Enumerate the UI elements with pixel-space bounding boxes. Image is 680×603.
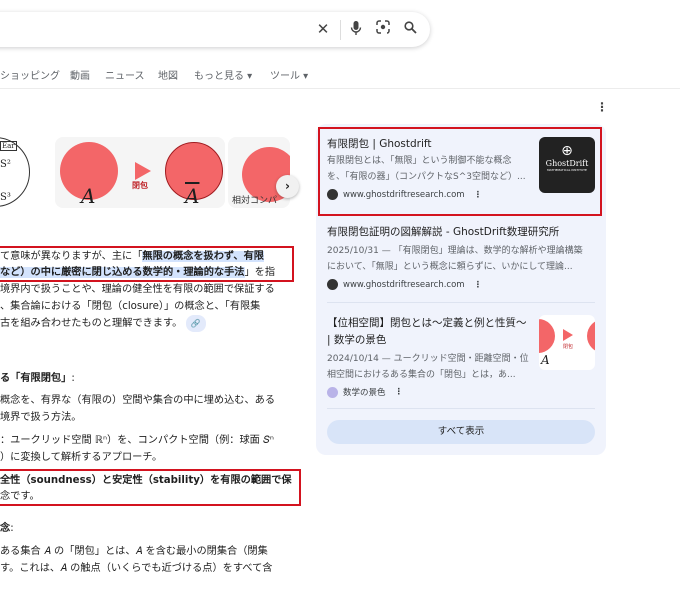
text: て意味が異なりますが、主に「	[0, 251, 143, 262]
show-all-button[interactable]: すべて表示	[327, 420, 595, 444]
image-result-2[interactable]: 閉包 A A	[55, 137, 225, 208]
text: 、集合論における「閉包（closure）」の概念と、「有限集	[0, 301, 261, 312]
tab-shopping[interactable]: ショッピング	[0, 67, 60, 82]
tab-news[interactable]: ニュース	[105, 67, 145, 82]
divider	[340, 20, 341, 40]
text: ：ユークリッド空間 ℝⁿ）を、コンパクト空間（例：球面 𝑆ⁿ	[0, 435, 274, 446]
source-title[interactable]: 有限閉包 | Ghostdrift	[327, 136, 527, 153]
image-result-3[interactable]: 相対コンパ	[228, 137, 290, 208]
text: ある集合 𝐴 の「閉包」とは、𝐴 を含む最小の閉集合（閉集	[0, 546, 268, 557]
highlighted-text: など）の中に厳密に閉じ込める数学的・理論的な手法	[0, 267, 245, 278]
colon: :	[10, 523, 14, 534]
more-options-icon[interactable]: ⋮	[395, 387, 404, 397]
source-title[interactable]: | 数学の景色	[327, 332, 537, 349]
thumb-label: 閉包	[563, 344, 574, 350]
logo-subtitle: MATHEMATICAL INSTITUTE	[547, 168, 587, 172]
source-snippet: において、「無限」という概念に頼らずに、いかにして理論...	[327, 262, 573, 272]
text: 境界で扱う方法。	[0, 412, 82, 423]
tab-maps[interactable]: 地図	[158, 67, 178, 82]
text: 古を組み合わせたものと理解できます。	[0, 318, 183, 329]
text: 」を指	[244, 267, 276, 278]
ghostdrift-logo: ⊕ GhostDrift MATHEMATICAL INSTITUTE	[539, 137, 595, 193]
close-icon[interactable]: ✕	[313, 20, 333, 38]
source-snippet: 2025/10/31 — 「有限閉包」理論は、数学的な解析や理論構築	[327, 246, 583, 256]
source-thumbnail: 閉包 A	[539, 315, 595, 370]
arrow-icon	[135, 162, 151, 180]
image-result-1[interactable]: Ear S² S³	[0, 137, 50, 208]
source-snippet: を、「有限の器」（コンパクトなS^3空間など）...	[327, 172, 526, 182]
thumb-a: A	[541, 353, 550, 367]
site-favicon	[327, 386, 338, 398]
site-favicon	[327, 189, 338, 200]
source-site: www.ghostdriftresearch.com	[343, 189, 465, 200]
link-icon[interactable]: 🔗	[185, 315, 206, 332]
source-title[interactable]: 有限閉包証明の図解解説 - GhostDrift数理研究所	[327, 224, 597, 241]
carousel-next-button[interactable]: ›	[276, 175, 299, 198]
more-options-icon[interactable]: ⋮	[474, 280, 483, 290]
source-card-1[interactable]: 有限閉包 | Ghostdrift 有限閉包とは、「無限」という制御不能な概念 …	[327, 136, 527, 200]
divider	[327, 302, 595, 303]
search-icon[interactable]	[400, 20, 420, 38]
source-title[interactable]: 【位相空間】閉包とは〜定義と例と性質〜	[327, 315, 537, 332]
tab-tools[interactable]: ツール ▾	[270, 67, 308, 82]
text: 全性（soundness）と安定性（stability）を有限の範囲で保	[0, 475, 292, 486]
section-heading: る「有限閉包」	[0, 373, 72, 384]
tab-more[interactable]: もっと見る ▾	[194, 67, 252, 82]
text: 念です。	[0, 491, 40, 502]
source-site: 数学の景色	[343, 388, 386, 398]
lens-icon[interactable]	[373, 20, 393, 38]
tabs-divider	[0, 88, 680, 89]
source-card-2[interactable]: 有限閉包証明の図解解説 - GhostDrift数理研究所 2025/10/31…	[327, 224, 597, 290]
site-favicon	[327, 279, 338, 290]
source-site: www.ghostdriftresearch.com	[343, 279, 465, 290]
mic-icon[interactable]	[346, 20, 366, 40]
divider	[327, 408, 595, 409]
colon: :	[71, 373, 75, 384]
text: 概念を、有界な（有限の）空間や集合の中に埋め込む、ある	[0, 395, 276, 406]
logo-title: GhostDrift	[545, 159, 589, 168]
source-snippet: 2024/10/14 — ユークリッド空間・距離空間・位	[327, 354, 529, 364]
source-snippet: 相空間におけるある集合の「閉包」とは，あ...	[327, 370, 516, 380]
section-heading: 念	[0, 523, 11, 534]
text: ）に変換して解析するアプローチ。	[0, 452, 163, 463]
more-options-icon[interactable]: ⋮	[596, 100, 608, 114]
source-card-3[interactable]: 【位相空間】閉包とは〜定義と例と性質〜 | 数学の景色 2024/10/14 —…	[327, 315, 537, 398]
tab-videos[interactable]: 動画	[70, 67, 90, 82]
source-snippet: 有限閉包とは、「無限」という制御不能な概念	[327, 156, 512, 166]
more-options-icon[interactable]: ⋮	[474, 190, 483, 200]
text: 境界内で扱うことや、理論の健全性を有限の範囲で保証する	[0, 284, 275, 295]
highlighted-text: 無限の概念を扱わず、有限	[142, 251, 264, 262]
text: す。これは、𝐴 の触点（いくらでも近づける点）をすべて含	[0, 563, 273, 574]
